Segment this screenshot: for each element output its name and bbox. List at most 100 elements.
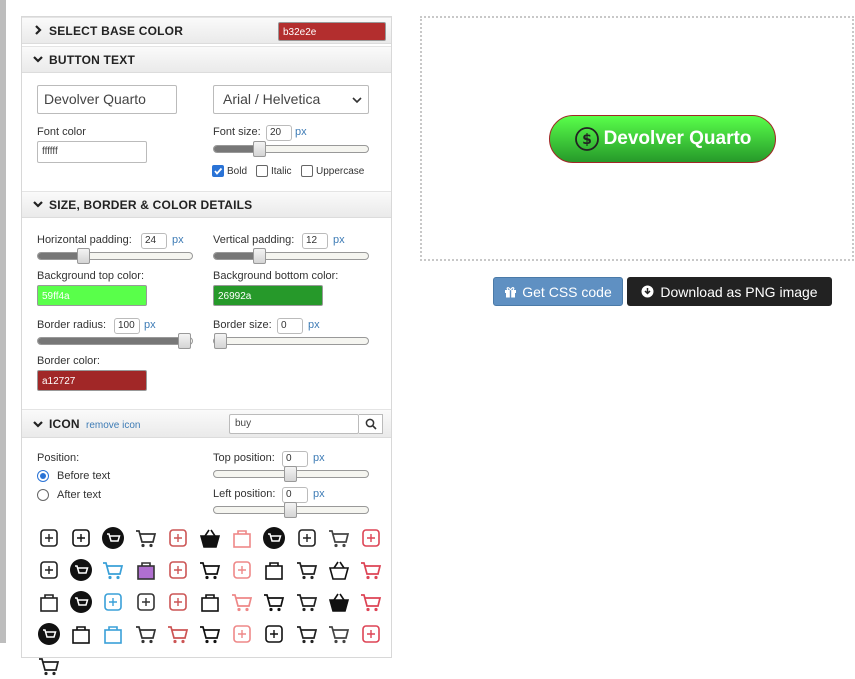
bg-top-label: Background top color:: [37, 270, 145, 282]
before-text-radio[interactable]: [37, 470, 49, 482]
gift-box-icon[interactable]: [229, 525, 255, 551]
font-color-input[interactable]: ffffff: [37, 141, 147, 163]
font-size-slider[interactable]: [213, 141, 369, 157]
size-border-header[interactable]: SIZE, BORDER & COLOR DETAILS: [22, 191, 391, 218]
photo-badge-icon[interactable]: [36, 557, 62, 583]
luggage-icon[interactable]: [133, 589, 159, 615]
purple-bag-icon[interactable]: [133, 557, 159, 583]
cart-plus-icon[interactable]: [165, 621, 191, 647]
italic-checkbox[interactable]: [256, 165, 268, 177]
slider-handle[interactable]: [178, 333, 191, 349]
cart-circle-icon[interactable]: [36, 621, 62, 647]
cart-pink-icon[interactable]: [326, 525, 352, 551]
shop-building-icon[interactable]: [294, 525, 320, 551]
left-position-slider[interactable]: [213, 502, 369, 518]
slider-handle[interactable]: [253, 248, 267, 264]
cart-icon[interactable]: [358, 589, 384, 615]
slider-handle[interactable]: [284, 502, 297, 518]
cart-black-icon[interactable]: [294, 589, 320, 615]
button-text-input[interactable]: Devolver Quarto: [37, 85, 177, 114]
shopping-bag-icon[interactable]: [261, 557, 287, 583]
uppercase-checkbox[interactable]: [301, 165, 313, 177]
remove-icon-link[interactable]: remove icon: [86, 420, 140, 431]
bold-checkbox[interactable]: [212, 165, 224, 177]
base-color-header[interactable]: SELECT BASE COLOR b32e2e: [22, 17, 391, 44]
v-padding-slider[interactable]: [213, 248, 369, 264]
basket-outline-icon[interactable]: [326, 589, 352, 615]
cart-icon[interactable]: [133, 621, 159, 647]
icon-search-input[interactable]: buy: [229, 414, 359, 434]
cart-icon[interactable]: [197, 557, 223, 583]
v-padding-input[interactable]: 12: [302, 233, 328, 249]
dollar-circle-icon[interactable]: [68, 557, 94, 583]
border-radius-slider[interactable]: [37, 333, 193, 349]
hand-coin-icon[interactable]: [358, 525, 384, 551]
border-size-input[interactable]: 0: [277, 318, 303, 334]
basket-fill-icon[interactable]: [326, 557, 352, 583]
chevron-down-icon: [352, 97, 362, 104]
top-position-slider[interactable]: [213, 466, 369, 482]
bg-bottom-label: Background bottom color:: [213, 270, 339, 282]
preview-button[interactable]: $ Devolver Quarto: [549, 115, 776, 163]
cart-circle-icon[interactable]: [100, 525, 126, 551]
shopping-cart-blue-icon[interactable]: [133, 525, 159, 551]
sale-badge-icon[interactable]: [165, 589, 191, 615]
tag-icon[interactable]: [165, 525, 191, 551]
icon-header[interactable]: ICON remove icon buy: [22, 409, 391, 438]
receipt-icon[interactable]: [229, 557, 255, 583]
wallet-icon[interactable]: [261, 621, 287, 647]
gift-outline-icon[interactable]: [36, 589, 62, 615]
bg-top-color-input[interactable]: 59ff4a: [37, 285, 147, 306]
basket-icon[interactable]: [197, 525, 223, 551]
house-cart-icon[interactable]: [294, 621, 320, 647]
button-text-header[interactable]: BUTTON TEXT: [22, 46, 391, 73]
icon-search-button[interactable]: [359, 414, 383, 434]
h-padding-input[interactable]: 24: [141, 233, 167, 249]
h-padding-slider[interactable]: [37, 248, 193, 264]
badge-seal-icon[interactable]: [229, 621, 255, 647]
top-position-unit: px: [313, 452, 325, 464]
price-tag-percent-icon[interactable]: [36, 525, 62, 551]
left-position-label: Left position:: [213, 488, 276, 500]
cart-outline-icon[interactable]: [197, 621, 223, 647]
border-size-slider[interactable]: [213, 333, 369, 349]
gift-box-icon[interactable]: [68, 621, 94, 647]
person-cart-icon[interactable]: [326, 621, 352, 647]
cart-box-icon[interactable]: [294, 557, 320, 583]
top-position-input[interactable]: 0: [282, 451, 308, 467]
card-circle-icon[interactable]: [68, 589, 94, 615]
left-position-unit: px: [313, 488, 325, 500]
mobile-pay-icon[interactable]: [165, 557, 191, 583]
h-padding-label: Horizontal padding:: [37, 234, 132, 246]
paper-bag-icon[interactable]: [197, 589, 223, 615]
download-png-label: Download as PNG image: [660, 283, 818, 300]
after-text-radio[interactable]: [37, 489, 49, 501]
dollar-bag-icon[interactable]: [100, 621, 126, 647]
download-png-button[interactable]: Download as PNG image: [627, 277, 832, 306]
base-color-swatch[interactable]: b32e2e: [278, 22, 386, 41]
left-position-input[interactable]: 0: [282, 487, 308, 503]
border-radius-input[interactable]: 100: [114, 318, 140, 334]
cash-icon[interactable]: [358, 621, 384, 647]
crate-icon[interactable]: [100, 589, 126, 615]
shopping-cart-icon[interactable]: [100, 557, 126, 583]
cart-hand-icon[interactable]: [36, 653, 62, 679]
cart-coin-icon[interactable]: [229, 589, 255, 615]
get-css-button[interactable]: Get CSS code: [493, 277, 623, 306]
slider-handle[interactable]: [77, 248, 91, 264]
cash-register-icon[interactable]: [68, 525, 94, 551]
border-color-input[interactable]: a12727: [37, 370, 147, 391]
slider-handle[interactable]: [284, 466, 297, 482]
cart-icon[interactable]: [261, 589, 287, 615]
bg-bottom-color-input[interactable]: 26992a: [213, 285, 323, 306]
cart-circle-icon[interactable]: [261, 525, 287, 551]
slider-handle[interactable]: [253, 141, 267, 157]
preview-button-label: Devolver Quarto: [603, 128, 752, 149]
chevron-down-icon: [33, 201, 43, 208]
border-color-label: Border color:: [37, 355, 100, 367]
cart-small-icon[interactable]: [358, 557, 384, 583]
font-size-input[interactable]: 20: [266, 125, 292, 141]
font-family-select[interactable]: Arial / Helvetica: [213, 85, 369, 114]
base-color-title: SELECT BASE COLOR: [49, 24, 184, 38]
slider-handle[interactable]: [214, 333, 227, 349]
